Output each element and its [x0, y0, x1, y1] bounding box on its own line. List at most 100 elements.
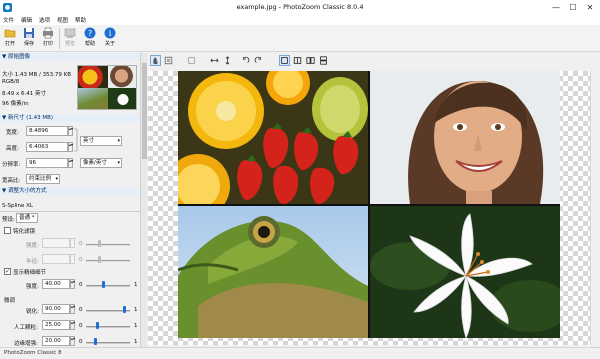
open-button[interactable]: 打开 [1, 27, 19, 51]
resize-method-name: S-Spline XL [2, 203, 33, 209]
close-button[interactable]: ✕ [582, 1, 598, 14]
menu-help[interactable]: 帮助 [75, 16, 86, 24]
width-label: 宽度: [6, 130, 19, 136]
edge-label: 边缘增强: [14, 341, 38, 347]
film-grain-slider-thumb[interactable] [96, 322, 100, 329]
height-spinner[interactable]: ▴▾ [68, 142, 73, 152]
slider-min-label: 0 [79, 241, 83, 247]
original-image-header-label: 原始图像 [7, 54, 30, 60]
preview-label: 预览 [64, 41, 75, 47]
menu-edit[interactable]: 编辑 [21, 16, 32, 24]
view-compare-icon[interactable] [305, 55, 316, 66]
portrait-illustration [370, 71, 560, 204]
save-button[interactable]: 保存 [20, 27, 38, 51]
unit-select[interactable]: 英寸 ▾ [80, 136, 122, 146]
strength-slider-track [86, 244, 130, 246]
hand-tool-icon[interactable] [150, 55, 161, 66]
resolution-input[interactable]: 96 [26, 158, 68, 168]
crop-icon[interactable] [186, 55, 197, 66]
reduce-artifacts-checkbox[interactable] [4, 227, 11, 234]
save-label: 保存 [23, 41, 34, 47]
strength-slider-thumb [98, 240, 101, 247]
width-input[interactable]: 8.4896 [26, 126, 68, 136]
film-grain-spinner[interactable]: ▴▾ [70, 320, 75, 330]
thumbnail-lily [108, 88, 136, 109]
radius-input [42, 254, 70, 264]
resize-method-header[interactable]: ▼ 调整大小的方式 [0, 187, 140, 195]
info-icon: i [104, 27, 116, 39]
image-preview[interactable] [178, 71, 560, 338]
detail-strength-label: 强度: [26, 284, 39, 290]
detail-strength-spinner[interactable]: ▴▾ [70, 279, 75, 289]
photo-frog [178, 206, 368, 338]
slider-min-label: 0 [79, 307, 83, 313]
film-grain-label: 人工颗粒: [14, 325, 38, 331]
rotate-right-icon[interactable] [253, 55, 264, 66]
width-spinner[interactable]: ▴▾ [68, 126, 73, 136]
toolbar-separator [59, 28, 60, 49]
flip-vertical-icon[interactable] [222, 55, 233, 66]
folder-open-icon [4, 29, 16, 38]
canvas-scrollbar[interactable] [590, 71, 600, 345]
resize-method-header-label: 调整大小的方式 [7, 188, 47, 194]
resolution-label: 分辨率: [2, 162, 21, 168]
edge-input[interactable]: 20.00 [42, 336, 70, 346]
print-label: 打印 [42, 41, 53, 47]
edge-spinner[interactable]: ▴▾ [70, 336, 75, 346]
edge-slider-thumb[interactable] [94, 338, 98, 345]
strength-label: 强度: [26, 243, 39, 249]
chevron-down-icon: ▾ [117, 138, 120, 144]
sharpen-slider-thumb[interactable] [122, 306, 126, 313]
view-split-icon[interactable] [292, 55, 303, 66]
print-button[interactable]: 打印 [39, 27, 57, 51]
sharpen-input[interactable]: 90.00 [42, 304, 70, 314]
maximize-button[interactable]: ☐ [565, 1, 581, 14]
settings-scrollbar-thumb[interactable] [142, 63, 147, 159]
thumbnail-frog [78, 88, 108, 109]
height-input[interactable]: 6.4063 [26, 142, 68, 152]
preset-select[interactable]: 普通 * [16, 213, 38, 223]
menu-file[interactable]: 文件 [3, 16, 14, 24]
edge-slider-track[interactable] [86, 342, 130, 344]
menu-view[interactable]: 视图 [57, 16, 68, 24]
menu-options[interactable]: 选项 [39, 16, 50, 24]
new-size-header[interactable]: ▼ 新尺寸 (1.43 MB) [0, 114, 140, 122]
view-single-icon[interactable] [279, 55, 290, 66]
detail-strength-slider-thumb[interactable] [102, 281, 106, 288]
settings-scrollbar[interactable] [140, 53, 147, 347]
preview-button[interactable]: 预览 [61, 27, 79, 51]
resolution-unit-select[interactable]: 像素/英寸 ▾ [80, 158, 122, 168]
help-icon: ? [84, 27, 96, 39]
original-image-header[interactable]: ▼ 原始图像 [0, 53, 140, 61]
about-label: 关于 [104, 41, 115, 47]
view-stacked-icon[interactable] [318, 55, 329, 66]
zoom-tool-icon[interactable] [163, 55, 174, 66]
about-button[interactable]: i 关于 [101, 27, 119, 51]
show-details-checkbox[interactable]: ✓ [4, 268, 11, 275]
lily-illustration [370, 206, 560, 338]
detail-strength-slider-track[interactable] [86, 285, 130, 287]
flip-horizontal-icon[interactable] [209, 55, 220, 66]
help-label: 帮助 [84, 41, 95, 47]
rotate-left-icon[interactable] [240, 55, 251, 66]
minimize-button[interactable]: — [548, 1, 564, 14]
sharpen-spinner[interactable]: ▴▾ [70, 304, 75, 314]
help-button[interactable]: ? 帮助 [81, 27, 99, 51]
detail-strength-input[interactable]: 40.00 [42, 279, 70, 289]
resolution-spinner[interactable]: ▴▾ [68, 158, 73, 168]
show-details-label: 显示精细细节 [13, 270, 47, 276]
menu-bar: 文件 编辑 选项 视图 帮助 [0, 15, 600, 25]
height-label: 高度: [6, 146, 19, 152]
slider-min-label: 0 [79, 323, 83, 329]
film-grain-input[interactable]: 25.00 [42, 320, 70, 330]
sharpen-label: 锐化: [26, 309, 39, 315]
radius-slider-thumb [98, 256, 101, 263]
slider-max-label: 1 [134, 307, 138, 313]
film-grain-slider-track[interactable] [86, 326, 130, 328]
frog-illustration [178, 206, 368, 338]
link-bracket-icon [74, 128, 78, 152]
status-text: PhotoZoom Classic 8 [4, 350, 62, 356]
chevron-down-icon: ▾ [55, 176, 58, 182]
aspect-select[interactable]: 约束比例 ▾ [26, 174, 60, 184]
image-canvas[interactable] [148, 71, 600, 345]
